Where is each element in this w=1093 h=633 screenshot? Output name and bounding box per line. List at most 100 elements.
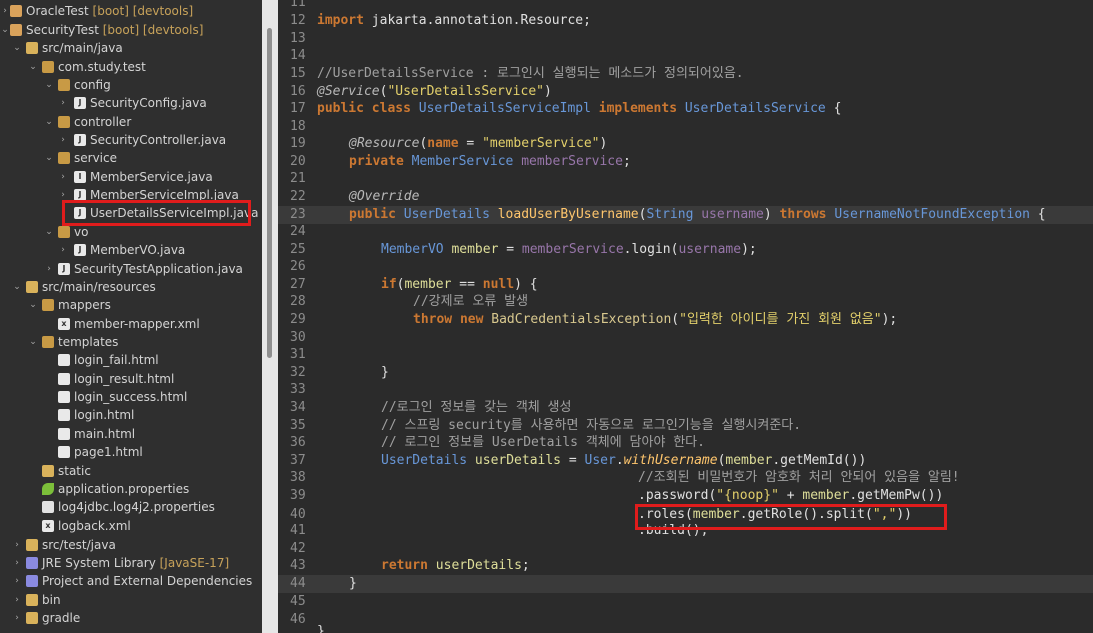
line-number: 44: [290, 576, 306, 591]
line-number: 26: [290, 259, 306, 274]
tree-item-label: SecurityTest: [26, 23, 99, 37]
tree-item-label: SecurityConfig.java: [90, 96, 207, 110]
tree-item-label: logback.xml: [58, 519, 131, 533]
code-token: if: [381, 277, 397, 292]
code-line-27: 27 if(member == null) {: [278, 276, 1093, 294]
chevron-down-icon[interactable]: ⌄: [44, 149, 54, 167]
code-token: .: [615, 453, 624, 468]
code-token: public class: [317, 101, 419, 116]
chevron-right-icon[interactable]: ›: [44, 260, 54, 278]
chevron-down-icon[interactable]: ⌄: [44, 76, 54, 94]
code-line-14: 14: [278, 47, 1093, 65]
line-number: 21: [290, 171, 306, 186]
code-token: ): [599, 136, 608, 151]
code-line-16: 16 @Service("UserDetailsService"): [278, 83, 1093, 101]
tree-item-label: SecurityController.java: [90, 133, 227, 147]
code-token: UserDetailsService: [684, 101, 826, 116]
chevron-right-icon[interactable]: ›: [58, 131, 68, 149]
library-icon: [26, 557, 38, 569]
code-token: {: [1029, 207, 1046, 222]
xml-file-icon: x: [42, 520, 54, 532]
code-token: name: [427, 136, 459, 151]
code-token: =: [458, 136, 483, 151]
tree-item-label: src/main/resources: [42, 280, 156, 294]
code-token: ): [763, 207, 780, 222]
line-number: 41: [290, 523, 306, 538]
code-token: throws: [779, 207, 835, 222]
tree-item-label: Project and External Dependencies: [42, 574, 253, 588]
code-line-13: 13: [278, 30, 1093, 48]
chevron-down-icon[interactable]: ⌄: [0, 21, 10, 39]
chevron-down-icon[interactable]: ⌄: [28, 58, 38, 76]
chevron-right-icon[interactable]: ›: [0, 2, 10, 20]
code-line-24: 24: [278, 223, 1093, 241]
code-token: withUsername: [623, 453, 718, 468]
code-line-38: 38 //조회된 비밀번호가 암호화 처리 안되어 있음을 알림!: [278, 469, 1093, 487]
package-icon: [58, 79, 70, 91]
code-token: ;: [521, 558, 530, 573]
code-line-11: 11: [278, 0, 1093, 12]
chevron-down-icon[interactable]: ⌄: [44, 113, 54, 131]
tree-item-label: gradle: [42, 611, 81, 625]
tree-item-label: com.study.test: [58, 60, 146, 74]
highlight-box-roles: [635, 504, 947, 530]
code-token: UserDetails: [403, 207, 490, 222]
line-number: 33: [290, 382, 306, 397]
code-token: "{noop}": [716, 488, 779, 503]
code-token: UserDetails: [381, 453, 468, 468]
file-icon: [42, 501, 54, 513]
code-token: .getMemId()): [772, 453, 867, 468]
code-line-34: 34 //로그인 정보를 갖는 객체 생성: [278, 399, 1093, 417]
chevron-right-icon[interactable]: ›: [58, 241, 68, 259]
line-number: 31: [290, 347, 306, 362]
chevron-right-icon[interactable]: ›: [12, 591, 22, 609]
code-line-28: 28 //강제로 오류 발생: [278, 293, 1093, 311]
code-token: implements: [590, 101, 685, 116]
line-number: 37: [290, 453, 306, 468]
code-token: public: [349, 207, 404, 222]
chevron-down-icon[interactable]: ⌄: [44, 223, 54, 241]
code-line-32: 32}: [278, 364, 1093, 382]
code-token: MemberVO: [381, 242, 444, 257]
tree-item-label: member-mapper.xml: [74, 317, 200, 331]
chevron-right-icon[interactable]: ›: [12, 554, 22, 572]
chevron-right-icon[interactable]: ›: [58, 168, 68, 186]
chevron-right-icon[interactable]: ›: [12, 609, 22, 627]
code-token: ;: [622, 154, 631, 169]
code-token: UserDetailsServiceImpl: [418, 101, 591, 116]
chevron-right-icon[interactable]: ›: [58, 94, 68, 112]
code-comment: // 로그인 정보를 UserDetails 객체에 담아야 한다.: [381, 435, 705, 450]
code-token: member: [802, 488, 850, 503]
tree-item-label: MemberVO.java: [90, 243, 186, 257]
code-token: String: [646, 207, 694, 222]
code-token: =: [561, 453, 585, 468]
line-number: 35: [290, 418, 306, 433]
code-comment: //강제로 오류 발생: [413, 294, 529, 309]
code-line-25: 25 MemberVO member = memberService.login(…: [278, 241, 1093, 259]
tree-item-label: MemberService.java: [90, 170, 213, 184]
tree-item-label: application.properties: [58, 482, 190, 496]
chevron-right-icon[interactable]: ›: [12, 572, 22, 590]
tree-item-label: log4jdbc.log4j2.properties: [58, 500, 215, 514]
tree-item-label: login_fail.html: [74, 353, 159, 367]
chevron-down-icon[interactable]: ⌄: [12, 39, 22, 57]
chevron-down-icon[interactable]: ⌄: [28, 333, 38, 351]
project-icon: [10, 24, 22, 36]
line-number: 23: [290, 207, 306, 222]
html-file-icon: [58, 391, 70, 403]
line-number: 43: [290, 558, 306, 573]
html-file-icon: [58, 446, 70, 458]
code-line-46: 46}: [278, 611, 1093, 633]
code-line-23: 23 public UserDetails loadUserByUsername(…: [278, 206, 1093, 224]
tree-item-label: templates: [58, 335, 119, 349]
highlight-box-file: [62, 200, 251, 226]
spring-leaf-icon: [42, 483, 54, 495]
chevron-down-icon[interactable]: ⌄: [28, 296, 38, 314]
java-file-icon: J: [74, 134, 86, 146]
code-editor[interactable]: 11 12 import jakarta.annotation.Resource;…: [278, 0, 1093, 633]
source-folder-icon: [26, 539, 38, 551]
chevron-right-icon[interactable]: ›: [12, 536, 22, 554]
line-number: 34: [290, 400, 306, 415]
explorer-scrollbar-thumb[interactable]: [267, 28, 272, 358]
chevron-down-icon[interactable]: ⌄: [12, 278, 22, 296]
